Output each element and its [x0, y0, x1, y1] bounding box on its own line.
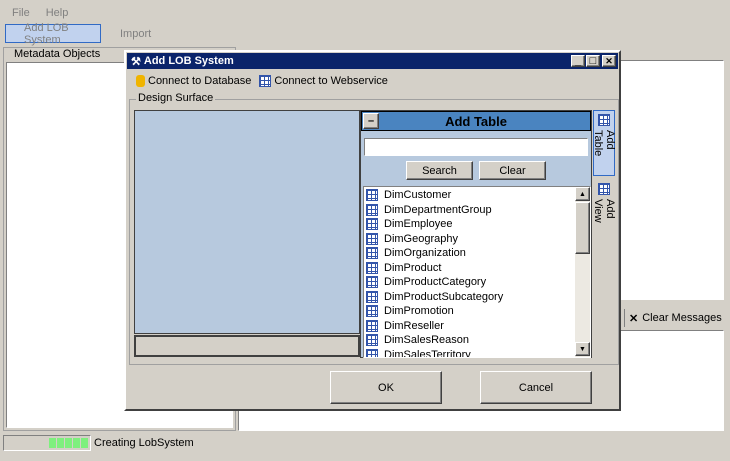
menu-bar: File Help	[0, 4, 730, 22]
table-icon	[366, 232, 378, 245]
table-icon	[366, 261, 378, 274]
add-table-header: – Add Table	[361, 111, 591, 131]
cancel-button[interactable]: Cancel	[480, 371, 592, 404]
table-icon	[366, 290, 378, 303]
table-icon	[366, 189, 378, 202]
table-list[interactable]: DimCustomer DimDepartmentGroup DimEmployee…	[363, 186, 591, 358]
collapse-button[interactable]: –	[363, 113, 379, 129]
table-icon	[366, 203, 378, 216]
design-surface-label: Design Surface	[136, 92, 216, 104]
table-list-item[interactable]: DimPromotion	[364, 304, 590, 319]
clear-messages-button[interactable]: ✕ Clear Messages	[624, 309, 722, 327]
table-list-item[interactable]: DimCustomer	[364, 188, 590, 203]
metadata-objects-title: Metadata Objects	[12, 48, 103, 60]
table-list-item[interactable]: DimProductSubcategory	[364, 290, 590, 305]
table-icon	[366, 305, 378, 318]
table-list-item[interactable]: DimProductCategory	[364, 275, 590, 290]
table-list-item[interactable]: DimReseller	[364, 319, 590, 334]
table-icon	[366, 348, 378, 357]
right-top-area	[618, 60, 724, 300]
minimize-button[interactable]: _	[571, 55, 585, 67]
table-icon	[366, 334, 378, 347]
table-list-item[interactable]: DimSalesReason	[364, 333, 590, 348]
table-icon	[366, 247, 378, 260]
close-button[interactable]: ✕	[602, 55, 616, 67]
table-icon	[366, 276, 378, 289]
connect-database-button[interactable]: Connect to Database	[136, 75, 251, 87]
table-list-item[interactable]: DimDepartmentGroup	[364, 203, 590, 218]
scroll-up-button[interactable]: ▲	[575, 187, 590, 201]
table-list-item[interactable]: DimOrganization	[364, 246, 590, 261]
table-list-item[interactable]: DimProduct	[364, 261, 590, 276]
side-tab-add-view[interactable]: Add View	[592, 180, 616, 242]
status-text: Creating LobSystem	[94, 437, 194, 449]
design-canvas-footer	[134, 335, 360, 357]
tools-icon: ⚒	[131, 55, 141, 68]
import-button[interactable]: Import	[104, 24, 154, 43]
dialog-title-bar: ⚒ Add LOB System _ □ ✕	[127, 53, 618, 69]
view-icon	[598, 183, 610, 195]
add-lob-system-dialog: ⚒ Add LOB System _ □ ✕ Connect to Databa…	[124, 50, 621, 411]
dialog-toolbar: Connect to Database Connect to Webservic…	[130, 72, 610, 90]
connect-webservice-button[interactable]: Connect to Webservice	[259, 75, 388, 87]
design-canvas[interactable]	[134, 110, 360, 334]
table-search-input[interactable]	[364, 138, 588, 156]
scrollbar[interactable]: ▲ ▼	[575, 187, 590, 357]
scroll-thumb[interactable]	[575, 202, 590, 254]
maximize-button[interactable]: □	[586, 55, 600, 67]
ok-button[interactable]: OK	[330, 371, 442, 404]
table-icon	[366, 218, 378, 231]
webservice-icon	[259, 75, 272, 87]
table-list-item[interactable]: DimSalesTerritory	[364, 348, 590, 357]
add-lob-system-button[interactable]: Add LOB System	[5, 22, 101, 46]
status-bar: Creating LobSystem	[0, 433, 730, 453]
scroll-down-button[interactable]: ▼	[575, 342, 590, 356]
table-icon	[366, 319, 378, 332]
table-icon	[598, 114, 610, 126]
search-button[interactable]: Search	[406, 161, 473, 180]
side-tab-add-table[interactable]: Add Table	[592, 110, 616, 176]
toolbar: Add LOB System Import	[0, 22, 730, 46]
menu-help[interactable]: Help	[46, 7, 69, 19]
progress-bar	[3, 435, 91, 451]
table-list-item[interactable]: DimGeography	[364, 232, 590, 247]
menu-file[interactable]: File	[12, 7, 30, 19]
x-icon: ✕	[629, 312, 639, 325]
add-table-panel: – Add Table Search Clear DimCustomer DimD…	[360, 110, 592, 358]
clear-button[interactable]: Clear	[479, 161, 546, 180]
table-list-item[interactable]: DimEmployee	[364, 217, 590, 232]
database-icon	[136, 75, 145, 87]
